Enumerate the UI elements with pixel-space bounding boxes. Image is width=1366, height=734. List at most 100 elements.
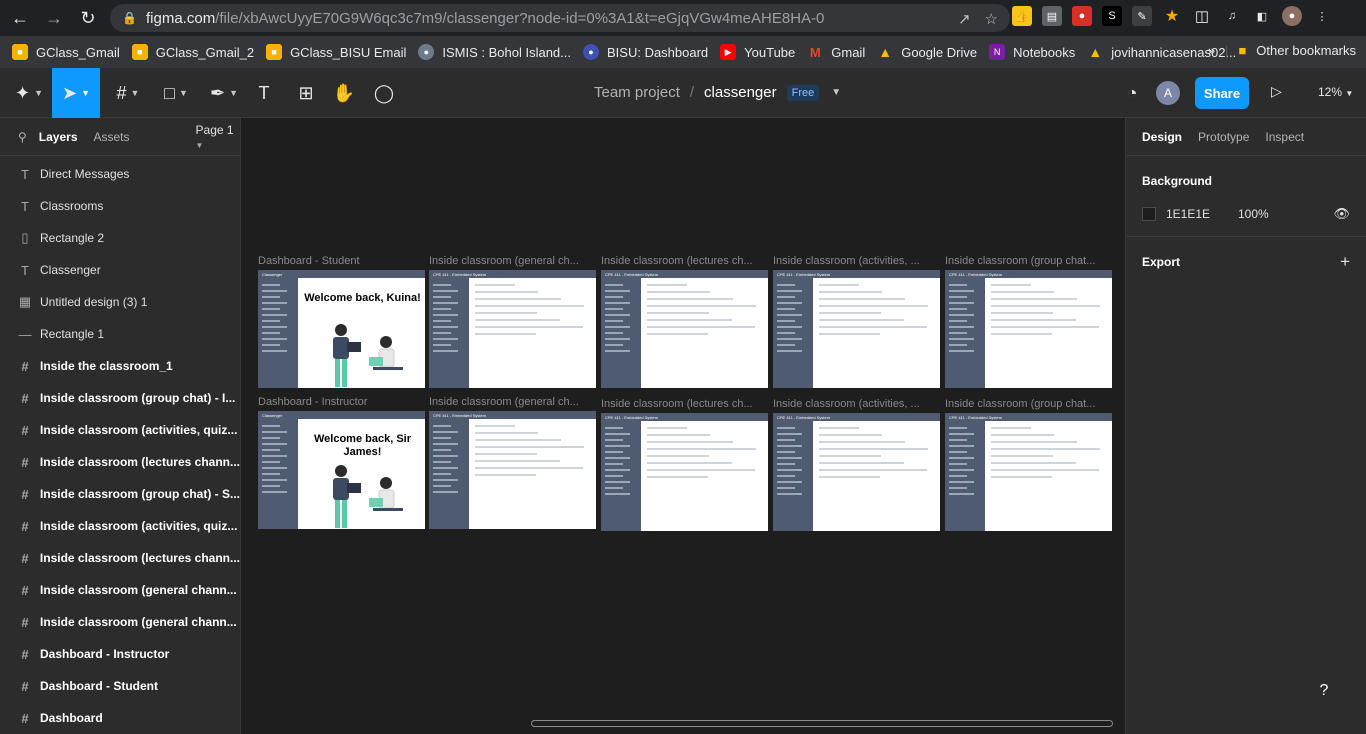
bookmark-item[interactable]: ● ISMIS : Bohol Island... bbox=[418, 44, 571, 60]
audio-button[interactable]: ◔ bbox=[1120, 68, 1144, 118]
bookmark-item[interactable]: ● BISU: Dashboard bbox=[583, 44, 708, 60]
resources-button[interactable]: ⊞ bbox=[292, 68, 320, 118]
frame-lectures-channel-instructor[interactable]: CPE 411 - Embedded System bbox=[601, 413, 768, 531]
comment-tool-button[interactable]: ◯ bbox=[370, 68, 398, 118]
frame-label[interactable]: Inside classroom (general ch... bbox=[429, 396, 594, 408]
layer-item[interactable]: # Inside classroom (activities, quiz... bbox=[0, 414, 240, 446]
layer-item[interactable]: # Inside classroom (group chat) - S... bbox=[0, 478, 240, 510]
frame-general-channel-student[interactable]: CPE 411 - Embedded System bbox=[429, 270, 596, 388]
layer-item[interactable]: # Inside classroom (lectures chann... bbox=[0, 446, 240, 478]
frame-activities-instructor[interactable]: CPE 411 - Embedded System bbox=[773, 413, 940, 531]
bookmark-item[interactable]: ■ GClass_Gmail bbox=[12, 44, 120, 60]
bookmark-item[interactable]: M Gmail bbox=[807, 44, 865, 60]
tab-assets[interactable]: Assets bbox=[94, 130, 130, 144]
frame-group-chat-student[interactable]: CPE 411 - Embedded System bbox=[945, 270, 1112, 388]
frame-label[interactable]: Inside classroom (lectures ch... bbox=[601, 255, 766, 267]
bookmark-item[interactable]: N Notebooks bbox=[989, 44, 1075, 60]
frame-general-channel-instructor[interactable]: CPE 411 - Embedded System bbox=[429, 411, 596, 529]
avatar[interactable]: A bbox=[1156, 81, 1180, 105]
bg-hex-input[interactable]: 1E1E1E bbox=[1166, 207, 1238, 221]
layer-item[interactable]: ▯ Rectangle 2 bbox=[0, 222, 240, 254]
frame-label[interactable]: Inside classroom (general ch... bbox=[429, 255, 594, 267]
frame-label[interactable]: Dashboard - Student bbox=[258, 255, 423, 267]
share-button[interactable]: Share bbox=[1195, 77, 1249, 109]
shape-tool-button[interactable]: □ ▼ bbox=[156, 68, 196, 118]
hand-tool-button[interactable]: ✋ bbox=[330, 68, 358, 118]
more-bookmarks-icon[interactable]: » bbox=[1208, 43, 1215, 58]
tab-design[interactable]: Design bbox=[1142, 130, 1182, 144]
layer-item[interactable]: T Classenger bbox=[0, 254, 240, 286]
back-icon[interactable]: ← bbox=[6, 4, 34, 32]
share-page-icon[interactable]: ↗ bbox=[958, 10, 971, 28]
bookmark-item[interactable]: ■ GClass_BISU Email bbox=[266, 44, 406, 60]
frame-dashboard-instructor[interactable]: Classenger Welcome back, Sir James! bbox=[258, 411, 425, 529]
bookmark-item[interactable]: ▲ Google Drive bbox=[877, 44, 977, 60]
layer-item[interactable]: # Dashboard bbox=[0, 702, 240, 734]
frame-tool-button[interactable]: # ▼ bbox=[108, 68, 148, 118]
search-icon[interactable]: ⚲ bbox=[18, 130, 27, 144]
frame-dashboard-student[interactable]: Classenger Welcome back, Kuina! bbox=[258, 270, 425, 388]
layer-item[interactable]: — Rectangle 1 bbox=[0, 318, 240, 350]
move-tool-button[interactable]: ➤ ▼ bbox=[52, 68, 100, 118]
layer-item[interactable]: ▦ Untitled design (3) 1 bbox=[0, 286, 240, 318]
zoom-level[interactable]: 12% ▼ bbox=[1318, 85, 1353, 99]
forward-icon[interactable]: → bbox=[40, 4, 68, 32]
frame-group-chat-instructor[interactable]: CPE 411 - Embedded System bbox=[945, 413, 1112, 531]
layer-item[interactable]: # Inside classroom (activities, quiz... bbox=[0, 510, 240, 542]
bookmark-star-icon[interactable]: ☆ bbox=[985, 10, 998, 28]
bookmark-item[interactable]: ▶ YouTube bbox=[720, 44, 795, 60]
layer-item[interactable]: # Dashboard - Student bbox=[0, 670, 240, 702]
file-name[interactable]: classenger bbox=[704, 84, 777, 101]
add-export-icon[interactable]: + bbox=[1340, 252, 1350, 272]
pen-tool-button[interactable]: ✒ ▼ bbox=[204, 68, 244, 118]
other-bookmarks[interactable]: Other bookmarks bbox=[1256, 43, 1356, 58]
help-button[interactable]: ? bbox=[1307, 674, 1341, 708]
profile-avatar-icon[interactable]: ● bbox=[1282, 6, 1302, 26]
puzzle-extensions-icon[interactable]: ◫ bbox=[1192, 6, 1212, 26]
reader-extension-icon[interactable]: ▤ bbox=[1042, 6, 1062, 26]
layer-item[interactable]: # Inside classroom (general chann... bbox=[0, 606, 240, 638]
frame-label[interactable]: Inside classroom (lectures ch... bbox=[601, 398, 766, 410]
thumbs-up-extension-icon[interactable]: 👍 bbox=[1012, 6, 1032, 26]
chevron-down-icon[interactable]: ▼ bbox=[831, 87, 841, 98]
frame-label[interactable]: Inside classroom (group chat... bbox=[945, 255, 1110, 267]
frame-label[interactable]: Inside classroom (group chat... bbox=[945, 398, 1110, 410]
reload-icon[interactable]: ↻ bbox=[74, 4, 102, 32]
chrome-menu-icon[interactable]: ⋮ bbox=[1312, 6, 1332, 26]
classroom-icon: ■ bbox=[266, 44, 283, 60]
lastpass-extension-icon[interactable]: ● bbox=[1072, 6, 1092, 26]
main-menu-button[interactable]: ✦ ▼ bbox=[6, 68, 52, 118]
pen-extension-icon[interactable]: ✎ bbox=[1132, 6, 1152, 26]
side-panel-icon[interactable]: ◧ bbox=[1252, 6, 1272, 26]
layer-item[interactable]: # Inside classroom (general chann... bbox=[0, 574, 240, 606]
page-selector[interactable]: Page 1 ▼ bbox=[196, 123, 240, 151]
layer-item[interactable]: # Inside classroom (lectures chann... bbox=[0, 542, 240, 574]
frame-label[interactable]: Inside classroom (activities, ... bbox=[773, 398, 938, 410]
tab-inspect[interactable]: Inspect bbox=[1265, 130, 1304, 144]
terminal-extension-icon[interactable]: S bbox=[1102, 6, 1122, 26]
layer-item[interactable]: T Direct Messages bbox=[0, 158, 240, 190]
tab-layers[interactable]: Layers bbox=[39, 130, 78, 144]
star-extension-icon[interactable]: ★ bbox=[1162, 6, 1182, 26]
text-tool-button[interactable]: T bbox=[252, 68, 276, 118]
frame-label[interactable]: Dashboard - Instructor bbox=[258, 396, 423, 408]
eye-icon[interactable]: 👁 bbox=[1333, 206, 1350, 222]
horizontal-scrollbar[interactable] bbox=[531, 720, 1113, 727]
layer-item[interactable]: # Dashboard - Instructor bbox=[0, 638, 240, 670]
present-play-icon[interactable]: ▷ bbox=[1271, 83, 1282, 100]
frame-lectures-channel-student[interactable]: CPE 411 - Embedded System bbox=[601, 270, 768, 388]
color-swatch[interactable] bbox=[1142, 207, 1156, 221]
layer-item[interactable]: # Inside classroom (group chat) - I... bbox=[0, 382, 240, 414]
content-line bbox=[991, 427, 1031, 429]
address-bar[interactable]: 🔒 figma.com/file/xbAwcUyyE70G9W6qc3c7m9/… bbox=[110, 4, 1010, 32]
frame-label[interactable]: Inside classroom (activities, ... bbox=[773, 255, 938, 267]
layer-item[interactable]: # Inside the classroom_1 bbox=[0, 350, 240, 382]
bookmark-item[interactable]: ■ GClass_Gmail_2 bbox=[131, 44, 254, 60]
team-name[interactable]: Team project bbox=[594, 84, 680, 101]
tab-prototype[interactable]: Prototype bbox=[1198, 130, 1249, 144]
frame-activities-student[interactable]: CPE 411 - Embedded System bbox=[773, 270, 940, 388]
layer-item[interactable]: T Classrooms bbox=[0, 190, 240, 222]
design-canvas[interactable]: Dashboard - Student Inside classroom (ge… bbox=[241, 118, 1125, 734]
media-control-icon[interactable]: ♫ bbox=[1222, 6, 1242, 26]
bg-opacity-input[interactable]: 100% bbox=[1238, 207, 1269, 221]
